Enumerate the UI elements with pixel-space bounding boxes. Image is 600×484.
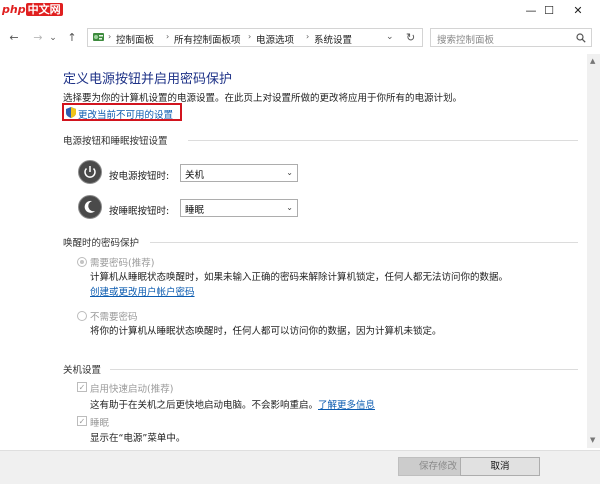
address-dropdown-icon[interactable]: ⌄ xyxy=(386,32,394,42)
no-password-radio[interactable] xyxy=(77,311,87,321)
search-input[interactable]: 搜索控制面板 xyxy=(437,32,494,46)
breadcrumb-separator-icon: › xyxy=(166,32,170,41)
require-password-radio[interactable] xyxy=(77,257,87,267)
divider xyxy=(110,369,578,370)
breadcrumb-control-panel[interactable]: 控制面板 xyxy=(116,32,154,46)
breadcrumb-all-items[interactable]: 所有控制面板项 xyxy=(174,32,241,46)
scroll-up-icon[interactable]: ▲ xyxy=(590,57,595,65)
breadcrumb-power-options[interactable]: 电源选项 xyxy=(256,32,294,46)
breadcrumb-separator-icon: › xyxy=(248,32,252,41)
sleep-button-select[interactable]: 睡眠 ⌄ xyxy=(180,199,298,217)
up-arrow-icon[interactable]: ↑ xyxy=(64,30,80,46)
change-settings-link[interactable]: 更改当前不可用的设置 xyxy=(78,107,173,121)
cancel-button[interactable]: 取消 xyxy=(460,457,540,476)
page-description: 选择要为你的计算机设置的电源设置。在此页上对设置所做的更改将应用于你所有的电源计… xyxy=(63,93,463,104)
search-box[interactable]: 搜索控制面板 xyxy=(430,28,592,47)
sleep-option-label: 睡眠 xyxy=(90,418,110,429)
no-password-description: 将你的计算机从睡眠状态唤醒时，任何人都可以访问你的数据，因为计算机未锁定。 xyxy=(90,326,442,337)
sleep-button-icon xyxy=(78,195,102,219)
sleep-checkbox[interactable]: ✓ xyxy=(77,416,87,426)
learn-more-link[interactable]: 了解更多信息 xyxy=(318,397,375,411)
vertical-scrollbar[interactable]: ▲ ▼ xyxy=(587,54,600,448)
sleep-button-value: 睡眠 xyxy=(185,205,205,216)
create-password-link[interactable]: 创建或更改用户帐户密码 xyxy=(90,284,195,298)
require-password-label: 需要密码(推荐) xyxy=(90,258,155,269)
password-section-title: 唤醒时的密码保护 xyxy=(63,238,140,249)
refresh-icon[interactable]: ↻ xyxy=(406,31,415,44)
power-button-label: 按电源按钮时: xyxy=(109,171,170,182)
require-password-description: 计算机从睡眠状态唤醒时，如果未输入正确的密码来解除计算机锁定，任何人都无法访问你… xyxy=(90,272,509,283)
breadcrumb-separator-icon: › xyxy=(306,32,310,41)
divider xyxy=(188,140,578,141)
page-title: 定义电源按钮并启用密码保护 xyxy=(63,72,233,87)
divider xyxy=(150,242,578,243)
power-button-select[interactable]: 关机 ⌄ xyxy=(180,164,298,182)
power-buttons-section-title: 电源按钮和睡眠按钮设置 xyxy=(63,136,168,147)
control-panel-icon xyxy=(93,33,104,41)
recent-pages-chevron-icon[interactable]: ⌄ xyxy=(48,30,58,46)
sleep-button-label: 按睡眠按钮时: xyxy=(109,206,170,217)
fast-startup-checkbox[interactable]: ✓ xyxy=(77,382,87,392)
breadcrumb-system-settings[interactable]: 系统设置 xyxy=(314,32,352,46)
back-arrow-icon[interactable]: ← xyxy=(6,30,22,46)
no-password-label: 不需要密码 xyxy=(90,312,138,323)
chevron-down-icon: ⌄ xyxy=(286,203,293,212)
search-icon[interactable] xyxy=(576,33,586,43)
power-button-icon xyxy=(78,160,102,184)
shutdown-section-title: 关机设置 xyxy=(63,365,102,376)
breadcrumb-separator-icon: › xyxy=(108,32,112,41)
chevron-down-icon: ⌄ xyxy=(286,168,293,177)
scroll-down-icon[interactable]: ▼ xyxy=(590,436,595,444)
sleep-option-description: 显示在“电源”菜单中。 xyxy=(90,433,186,444)
forward-arrow-icon[interactable]: → xyxy=(30,30,46,46)
address-bar[interactable]: › 控制面板 › 所有控制面板项 › 电源选项 › 系统设置 ⌄ ↻ xyxy=(87,28,423,47)
fast-startup-description: 这有助于在关机之后更快地启动电脑。不会影响重启。 xyxy=(90,400,319,411)
close-button[interactable]: ✕ xyxy=(556,0,600,22)
watermark-logo: php 中文网 xyxy=(2,3,63,16)
uac-shield-icon xyxy=(66,107,76,118)
power-button-value: 关机 xyxy=(185,170,205,181)
fast-startup-label: 启用快速启动(推荐) xyxy=(90,384,174,395)
